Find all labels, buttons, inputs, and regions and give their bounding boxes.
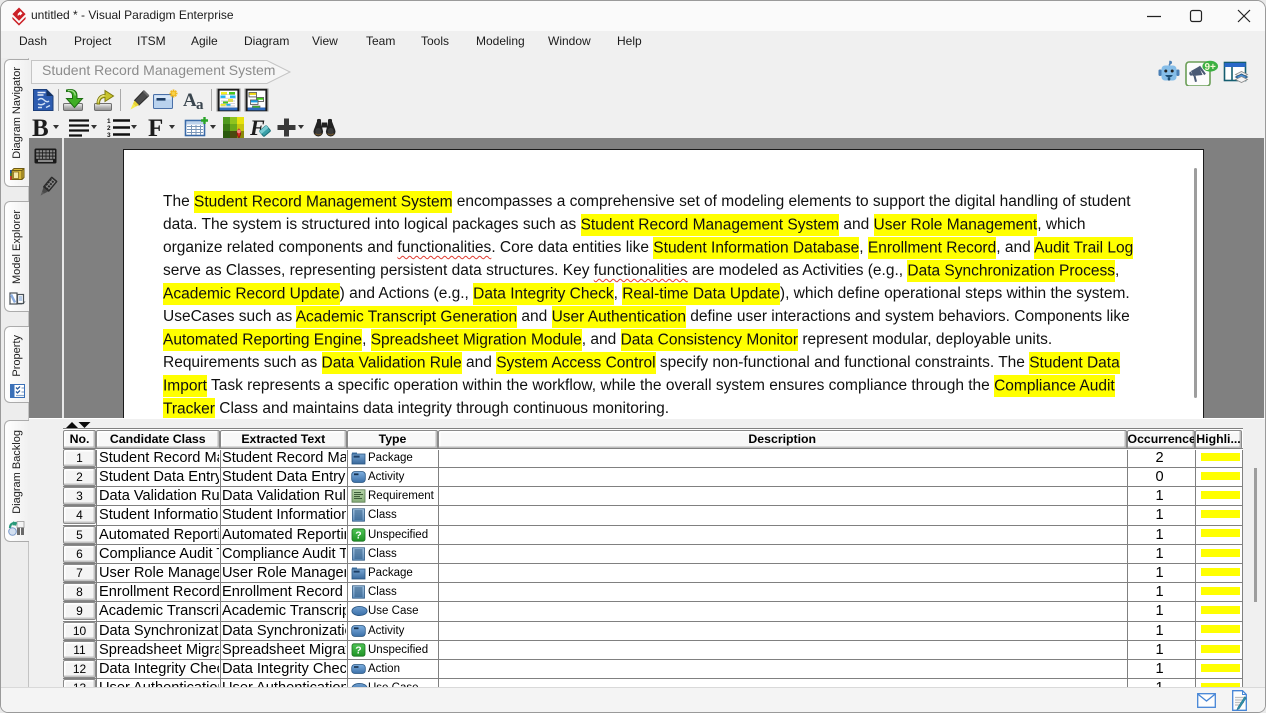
svg-text:?: ? bbox=[355, 644, 361, 656]
svg-text:9+: 9+ bbox=[1204, 62, 1216, 73]
svg-text:F: F bbox=[249, 115, 265, 140]
svg-text:A: A bbox=[183, 90, 197, 111]
svg-text:a: a bbox=[196, 97, 204, 112]
svg-text:2: 2 bbox=[107, 125, 111, 132]
svg-text:F: F bbox=[148, 115, 163, 140]
svg-text:B: B bbox=[32, 115, 49, 140]
svg-text:?: ? bbox=[355, 529, 361, 541]
svg-text:1: 1 bbox=[107, 118, 111, 125]
